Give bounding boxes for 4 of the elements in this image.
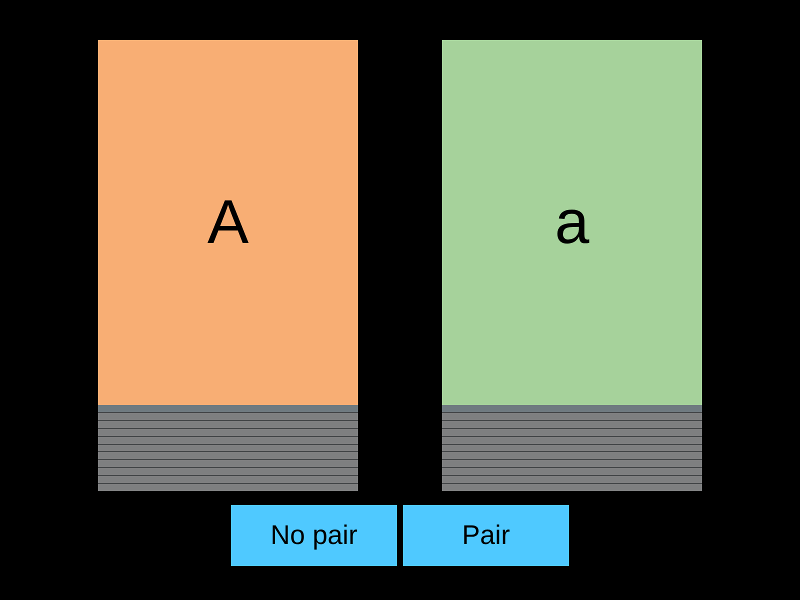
card-letter: A [207, 192, 249, 254]
answer-button[interactable]: Pair [403, 505, 569, 566]
answer-button[interactable]: No pair [231, 505, 397, 566]
card-letter: a [554, 192, 590, 254]
